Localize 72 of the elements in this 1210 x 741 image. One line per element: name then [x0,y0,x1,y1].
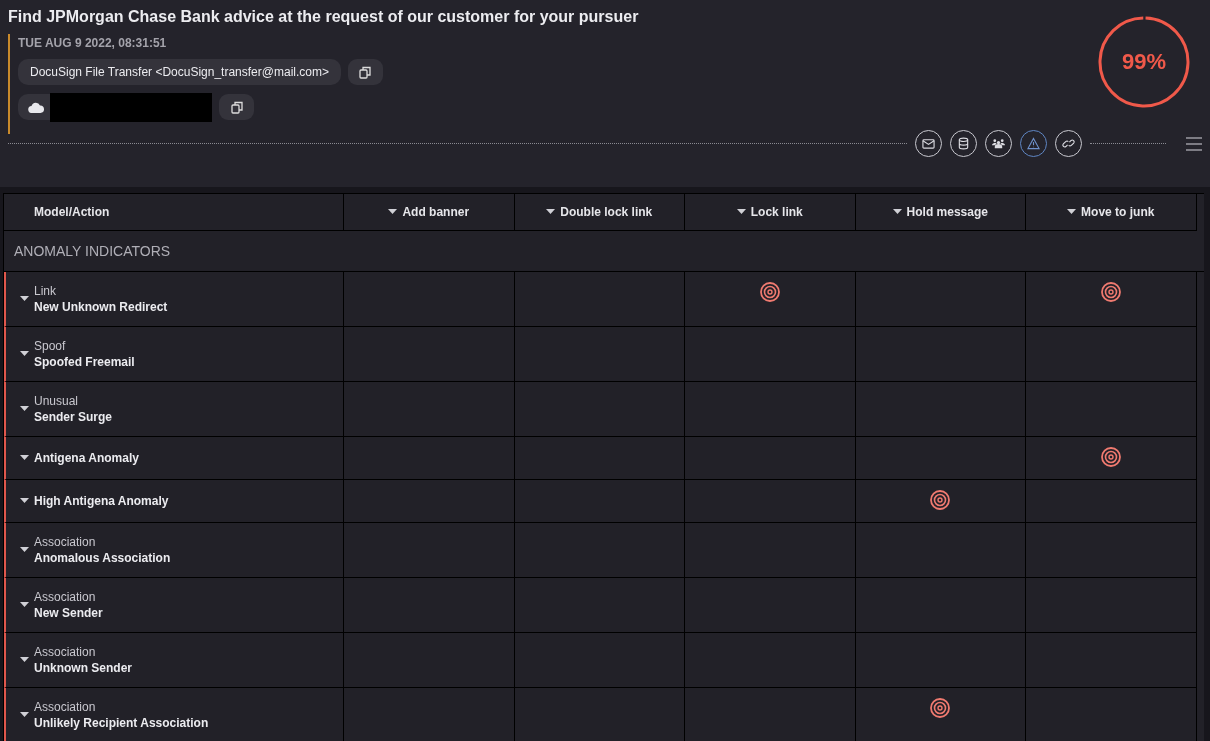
caret-icon [20,712,29,718]
caret-icon [892,209,902,215]
model-name: Sender Surge [34,410,113,424]
email-subject: Find JPMorgan Chase Bank advice at the request of our customer for your pursuer [8,8,639,26]
caret-icon [388,209,398,215]
model-cell[interactable]: Spoof Spoofed Freemail [4,327,344,382]
caret-icon [20,406,29,412]
caret-icon [546,209,556,215]
model-category: Association [34,535,97,549]
model-name: High Antigena Anomaly [34,494,169,508]
column-label: Hold message [906,205,988,219]
column-label: Double lock link [560,205,653,219]
model-name: New Unknown Redirect [34,300,168,314]
caret-icon [1067,209,1077,215]
menu-icon [1186,136,1202,151]
model-category: Link [34,284,57,298]
caret-icon [20,296,29,302]
column-label: Add banner [402,205,470,219]
model-cell[interactable]: Association Anomalous Association [4,523,344,578]
timestamp: TUE AUG 9 2022, 08:31:51 [18,36,168,50]
model-category: Unusual [34,394,80,408]
model-name: Unknown Sender [34,661,132,675]
model-name: Anomalous Association [34,551,171,565]
model-name: Antigena Anomaly [34,451,139,465]
target-icon [930,490,951,510]
users-icon [992,137,1005,150]
caret-icon [20,602,29,608]
model-category: Spoof [34,339,67,353]
model-category: Association [34,700,97,714]
column-header[interactable]: Add banner [344,194,515,231]
caret-icon [20,455,29,461]
menu-button[interactable] [1186,136,1202,151]
caret-icon [20,351,29,357]
score-value: 99% [1120,49,1167,75]
model-cell[interactable]: Association Unlikely Recipient Association [4,688,344,741]
link-icon [1062,137,1075,150]
cloud-icon [28,101,44,113]
column-header[interactable]: Double lock link [514,194,685,231]
caret-icon [736,209,746,215]
model-cell[interactable]: Antigena Anomaly [4,437,344,480]
column-label: Lock link [750,205,803,219]
model-cell[interactable]: High Antigena Anomaly [4,480,344,523]
column-header[interactable]: Move to junk [1026,194,1197,231]
copy-icon [230,100,243,114]
copy-icon [359,65,372,79]
model-cell[interactable]: Association New Sender [4,578,344,633]
model-category: Association [34,645,97,659]
caret-icon [20,657,29,663]
target-icon [930,698,951,718]
caret-icon [20,547,29,553]
target-icon [1100,447,1121,467]
target-icon [759,282,780,302]
target-icon [1100,282,1121,302]
model-name: Unlikely Recipient Association [34,716,209,730]
model-name: Spoofed Freemail [34,355,135,369]
section-heading: ANOMALY INDICATORS [4,231,1204,272]
model-name: New Sender [34,606,103,620]
model-category: Association [34,590,97,604]
column-label: Move to junk [1081,205,1155,219]
database-icon [957,137,970,150]
column-label: Model/Action [34,205,110,219]
mail-icon [922,137,935,150]
model-cell[interactable]: Association Unknown Sender [4,633,344,688]
model-cell[interactable]: Unusual Sender Surge [4,382,344,437]
column-header[interactable]: Hold message [855,194,1026,231]
model-cell[interactable]: Link New Unknown Redirect [4,272,344,327]
column-header[interactable]: Lock link [685,194,856,231]
sender-chip: DocuSign File Transfer <DocuSign_transfer@mail.com> [18,59,341,85]
caret-icon [20,498,29,504]
copy-button[interactable] [348,59,383,85]
warning-icon [1027,137,1040,150]
copy-button[interactable] [219,94,254,120]
